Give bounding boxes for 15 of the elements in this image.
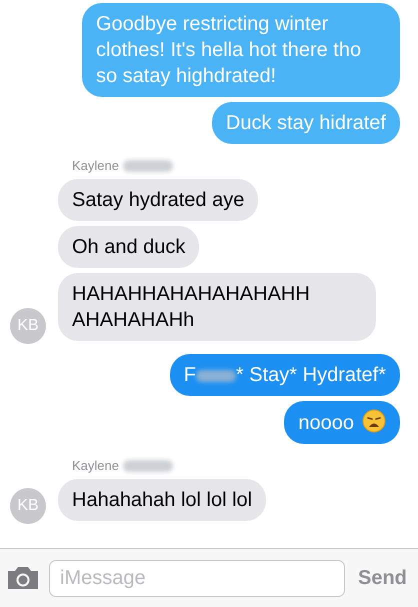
sender-name: Kaylene: [72, 158, 119, 174]
sent-message-bubble: F * Stay* Hydratef*: [170, 354, 400, 396]
received-message-bubble: HAHAHHAHAHAHAHAHH AHAHAHAHh: [58, 273, 376, 341]
sender-name: Kaylene: [72, 458, 119, 474]
sent-message-bubble: Goodbye restricting winter clothes! It's hella hot there tho so satay highdrated!: [82, 3, 400, 97]
received-message-bubble: Hahahahah lol lol lol: [58, 479, 266, 521]
sent-message-bubble: Duck stay hidratef: [212, 102, 400, 144]
received-message-bubble: Satay hydrated aye: [58, 179, 258, 221]
send-button[interactable]: Send: [358, 563, 407, 593]
avatar: KB: [10, 308, 46, 344]
sent-message-bubble: noooo: [284, 401, 400, 444]
message-input-field[interactable]: iMessage: [49, 560, 345, 596]
camera-icon[interactable]: [6, 565, 40, 591]
avatar: KB: [10, 488, 46, 524]
received-message-bubble: Oh and duck: [58, 226, 200, 268]
